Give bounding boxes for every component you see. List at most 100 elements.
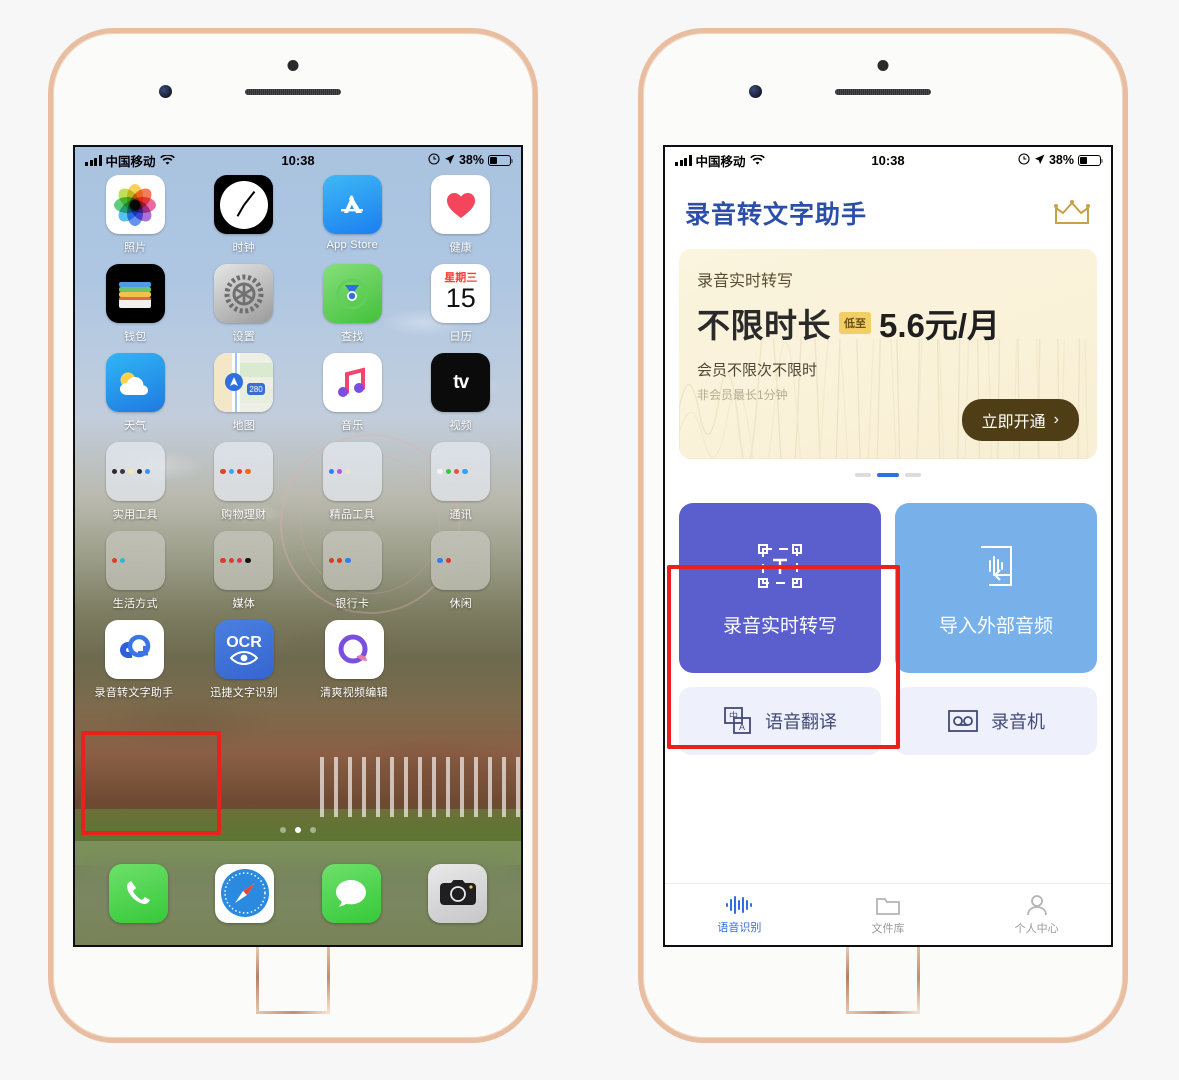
app-health[interactable]: 健康 bbox=[416, 175, 506, 255]
home-button[interactable] bbox=[846, 940, 920, 1014]
app-label: 音乐 bbox=[340, 420, 364, 432]
svg-text:A: A bbox=[739, 722, 745, 732]
banner-subtitle: 录音实时转写 bbox=[697, 273, 794, 290]
phone-icon[interactable] bbox=[108, 863, 168, 923]
iphone-device-home: 中国移动 10:38 38% 照片 时钟 App Store 健康 钱包 设置 … bbox=[48, 28, 538, 1043]
page-dot[interactable] bbox=[310, 827, 316, 833]
app-clock[interactable]: 时钟 bbox=[199, 175, 289, 255]
clock-label: 10:38 bbox=[871, 152, 905, 168]
ocr-glyph: OCR bbox=[226, 633, 262, 651]
icon-row: 实用工具 购物理财 精品工具 通讯 bbox=[75, 442, 521, 522]
app-find-my[interactable]: 查找 bbox=[307, 264, 397, 344]
app-store-icon bbox=[322, 175, 382, 234]
safari-icon[interactable] bbox=[215, 863, 275, 923]
app-music[interactable]: 音乐 bbox=[307, 353, 397, 433]
folder-media[interactable]: 媒体 bbox=[199, 531, 289, 611]
app-label: 天气 bbox=[123, 420, 147, 432]
app-weather[interactable]: 天气 bbox=[90, 353, 180, 433]
app-label: 照片 bbox=[123, 242, 147, 254]
banner-note-primary: 会员不限次不限时 bbox=[697, 362, 818, 379]
home-button[interactable] bbox=[256, 940, 330, 1014]
clock-label: 10:38 bbox=[281, 152, 315, 168]
alarm-icon bbox=[428, 152, 440, 168]
app-apple-tv[interactable]: tv 视频 bbox=[416, 353, 506, 433]
earpiece-speaker bbox=[245, 89, 341, 95]
folder-communication[interactable]: 通讯 bbox=[416, 442, 506, 522]
location-arrow-icon bbox=[1034, 153, 1045, 168]
icon-row: 生活方式 媒体 银行卡 休闲 bbox=[75, 531, 521, 611]
app-label: 媒体 bbox=[232, 598, 256, 610]
vip-promo-banner[interactable]: 录音实时转写 不限时长 低至 5.6元/月 会员不限次不限时 非会员最长1分钟 … bbox=[679, 249, 1097, 459]
clock-icon bbox=[214, 175, 274, 234]
apple-tv-glyph: tv bbox=[453, 371, 469, 393]
waveform-icon bbox=[726, 895, 753, 914]
action-voice-translate[interactable]: 中 A 语音翻译 bbox=[679, 687, 881, 755]
app-label: 健康 bbox=[449, 242, 473, 254]
proximity-sensor-icon bbox=[877, 60, 889, 71]
battery-icon bbox=[1078, 154, 1103, 166]
weather-icon bbox=[105, 353, 165, 412]
folder-icon bbox=[322, 531, 382, 590]
page-title: 录音转文字助手 bbox=[685, 201, 868, 229]
settings-icon bbox=[214, 264, 274, 323]
app-label: 清爽视频编辑 bbox=[320, 687, 388, 699]
status-bar: 中国移动 10:38 38% bbox=[665, 147, 1111, 173]
app-maps[interactable]: 280 地图 bbox=[199, 353, 289, 433]
app-settings[interactable]: 设置 bbox=[199, 264, 289, 344]
video-editor-app-icon bbox=[324, 620, 384, 679]
app-calendar[interactable]: 星期三 15 日历 bbox=[416, 264, 506, 344]
camera-icon[interactable] bbox=[428, 863, 488, 923]
app-photos[interactable]: 照片 bbox=[90, 175, 180, 255]
person-icon bbox=[1026, 894, 1047, 915]
folder-bank-cards[interactable]: 银行卡 bbox=[307, 531, 397, 611]
battery-icon bbox=[488, 154, 513, 166]
app-voice-to-text[interactable]: 录音转文字助手 bbox=[89, 620, 179, 700]
page-dot[interactable] bbox=[280, 827, 286, 833]
folder-lifestyle[interactable]: 生活方式 bbox=[90, 531, 180, 611]
app-app-store[interactable]: App Store bbox=[307, 175, 397, 255]
banner-price-tag: 低至 bbox=[839, 312, 871, 334]
tab-label: 文件库 bbox=[871, 922, 905, 935]
translate-icon: 中 A bbox=[724, 707, 751, 734]
folder-utilities[interactable]: 实用工具 bbox=[90, 442, 180, 522]
action-import-audio[interactable]: 导入外部音频 bbox=[895, 503, 1097, 673]
app-label: 休闲 bbox=[449, 598, 473, 610]
app-screen: 中国移动 10:38 38% 录音转文字助手 录音实时转写 不限时长 低至 5.… bbox=[663, 145, 1113, 947]
tab-speech-recognition[interactable]: 语音识别 bbox=[665, 895, 814, 935]
page-indicator[interactable] bbox=[75, 827, 521, 833]
app-label: 时钟 bbox=[232, 242, 256, 254]
banner-price: 5.6元/月 bbox=[879, 307, 1001, 344]
action-recorder[interactable]: 录音机 bbox=[895, 687, 1097, 755]
wifi-icon bbox=[749, 154, 765, 166]
tab-file-library[interactable]: 文件库 bbox=[814, 894, 963, 936]
folder-icon bbox=[214, 531, 274, 590]
svg-text:280: 280 bbox=[250, 385, 264, 394]
dock bbox=[75, 841, 521, 945]
chevron-right-icon: › bbox=[1053, 411, 1059, 428]
folder-shopping-finance[interactable]: 购物理财 bbox=[199, 442, 289, 522]
app-video-editor[interactable]: 清爽视频编辑 bbox=[309, 620, 399, 700]
location-arrow-icon bbox=[444, 153, 455, 168]
fence-art bbox=[320, 757, 521, 818]
app-label: 地图 bbox=[232, 420, 256, 432]
folder-premium-tools[interactable]: 精品工具 bbox=[307, 442, 397, 522]
status-bar: 中国移动 10:38 38% bbox=[75, 147, 521, 173]
icon-row: 照片 时钟 App Store 健康 bbox=[75, 175, 521, 255]
tab-profile[interactable]: 个人中心 bbox=[962, 894, 1111, 936]
voice-to-text-app-icon bbox=[104, 620, 164, 679]
app-wallet[interactable]: 钱包 bbox=[90, 264, 180, 344]
folder-leisure[interactable]: 休闲 bbox=[416, 531, 506, 611]
photos-icon bbox=[105, 175, 165, 234]
app-label: 通讯 bbox=[449, 509, 473, 521]
crown-icon[interactable] bbox=[1053, 200, 1091, 226]
iphone-device-app: 中国移动 10:38 38% 录音转文字助手 录音实时转写 不限时长 低至 5.… bbox=[638, 28, 1128, 1043]
page-dot-active[interactable] bbox=[295, 827, 301, 833]
action-live-transcribe[interactable]: 录音实时转写 bbox=[679, 503, 881, 673]
bottom-tab-bar: 语音识别 文件库 个人中心 bbox=[665, 883, 1111, 945]
banner-headline: 不限时长 bbox=[697, 307, 831, 344]
subscribe-now-button[interactable]: 立即开通 › bbox=[961, 399, 1079, 441]
messages-icon[interactable] bbox=[321, 863, 381, 923]
music-icon bbox=[322, 353, 382, 412]
app-label: 设置 bbox=[232, 331, 256, 343]
app-ocr[interactable]: OCR 迅捷文字识别 bbox=[199, 620, 289, 700]
